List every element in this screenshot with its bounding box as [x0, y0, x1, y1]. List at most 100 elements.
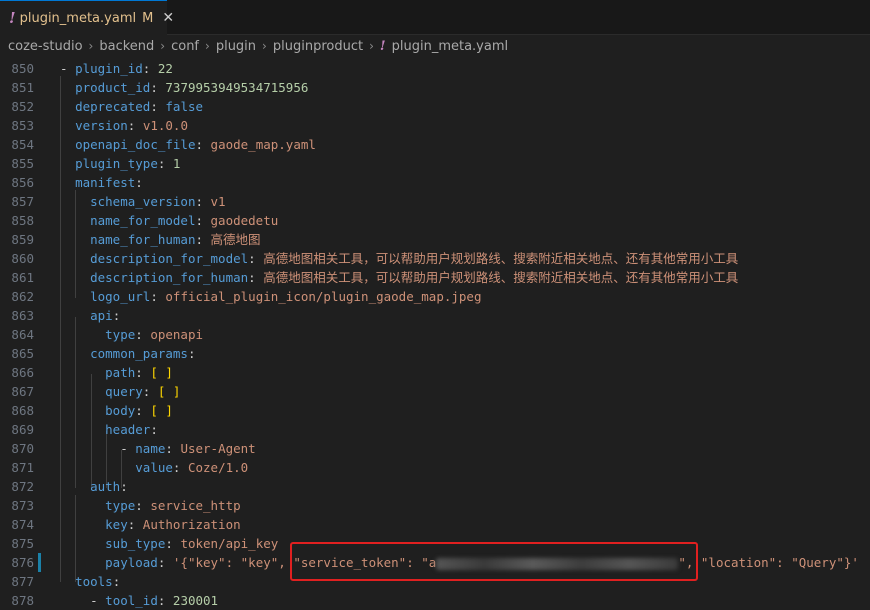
line-number: 858 [11, 213, 34, 228]
code-line-856: manifest: [75, 175, 143, 190]
yaml-value: Authorization [142, 517, 241, 532]
close-icon[interactable]: ✕ [162, 10, 174, 26]
code-line-870: - name: User-Agent [120, 441, 256, 456]
code-line-864: type: openapi [105, 327, 204, 342]
exclamation-icon: ! [9, 9, 16, 27]
exclamation-icon: ! [379, 38, 386, 54]
yaml-key: auth [90, 479, 121, 494]
yaml-value: User-Agent [180, 441, 256, 456]
code-line-863: api: [90, 308, 121, 323]
yaml-key: name [135, 441, 166, 456]
line-number: 873 [11, 498, 34, 513]
yaml-key: body [105, 403, 136, 418]
line-number: 853 [11, 118, 34, 133]
yaml-key: schema_version [90, 194, 196, 209]
code-line-854: openapi_doc_file: gaode_map.yaml [75, 137, 316, 152]
line-number: 875 [11, 536, 34, 551]
line-number: 876 [11, 555, 34, 570]
yaml-value: 1 [172, 156, 181, 171]
yaml-key: api [90, 308, 113, 323]
yaml-key: tools [75, 574, 113, 589]
code-line-859: name_for_human: 高德地图 [90, 232, 261, 247]
yaml-value: 22 [157, 61, 173, 76]
code-line-860: description_for_model: 高德地图相关工具，可以帮助用户规划… [90, 251, 739, 266]
code-line-873: type: service_http [105, 498, 241, 513]
tab-filename: plugin_meta.yaml [19, 10, 137, 26]
yaml-key: description_for_model [90, 251, 249, 266]
line-number: 855 [11, 156, 34, 171]
code-line-877: tools: [75, 574, 121, 589]
yaml-key: sub_type [105, 536, 166, 551]
code-line-866: path: [ ] [105, 365, 173, 380]
breadcrumb: coze-studio › backend › conf › plugin › … [0, 35, 870, 57]
code-line-858: name_for_model: gaodedetu [90, 213, 279, 228]
yaml-value: token/api_key [180, 536, 279, 551]
yaml-key: deprecated [75, 99, 151, 114]
yaml-value: Coze/1.0 [187, 460, 249, 475]
yaml-value: v1 [210, 194, 226, 209]
yaml-value: service_http [150, 498, 241, 513]
yaml-value: 高德地图 [210, 232, 261, 247]
yaml-value: 高德地图相关工具，可以帮助用户规划路线、搜索附近相关地点、还有其他常用小工具 [263, 270, 739, 285]
code-line-862: logo_url: official_plugin_icon/plugin_ga… [90, 289, 482, 304]
yaml-key: tool_id [105, 593, 158, 608]
tab-plugin-meta-yaml[interactable]: ! plugin_meta.yaml M ✕ [0, 0, 174, 35]
code-line-861: description_for_human: 高德地图相关工具，可以帮助用户规划… [90, 270, 739, 285]
yaml-key: openapi_doc_file [75, 137, 196, 152]
line-number: 877 [11, 574, 34, 589]
line-number: 872 [11, 479, 34, 494]
line-number: 850 [11, 61, 34, 76]
yaml-key: plugin_id [75, 61, 143, 76]
yaml-key: plugin_type [75, 156, 158, 171]
yaml-key: value [135, 460, 173, 475]
breadcrumb-item[interactable]: backend [99, 39, 154, 54]
line-number: 854 [11, 137, 34, 152]
code-line-871: value: Coze/1.0 [135, 460, 249, 475]
line-number: 868 [11, 403, 34, 418]
yaml-value: openapi [150, 327, 204, 342]
chevron-right-icon: › [205, 39, 210, 53]
breadcrumb-item[interactable]: plugin [216, 39, 256, 54]
yaml-key: description_for_human [90, 270, 249, 285]
code-line-878: - tool_id: 230001 [90, 593, 219, 608]
line-number: 870 [11, 441, 34, 456]
line-number: 862 [11, 289, 34, 304]
yaml-key: path [105, 365, 136, 380]
yaml-key: name_for_human [90, 232, 196, 247]
line-number: 852 [11, 99, 34, 114]
code-line-869: header: [105, 422, 158, 437]
yaml-value: official_plugin_icon/plugin_gaode_map.jp… [165, 289, 482, 304]
yaml-value: 230001 [172, 593, 219, 608]
modified-line-marker [38, 553, 41, 572]
code-editor[interactable]: 850 851 852 853 854 855 856 857 858 859 … [0, 57, 870, 608]
yaml-key: version [75, 118, 128, 133]
yaml-key: type [105, 498, 136, 513]
yaml-key: payload [105, 555, 158, 570]
tab-bar: ! plugin_meta.yaml M ✕ [0, 0, 870, 35]
yaml-key: common_params [90, 346, 188, 361]
line-number: 878 [11, 593, 34, 608]
line-number: 869 [11, 422, 34, 437]
yaml-key: header [105, 422, 151, 437]
code-line-868: body: [ ] [105, 403, 173, 418]
code-line-851: product_id: 7379953949534715956 [75, 80, 309, 95]
chevron-right-icon: › [160, 39, 166, 53]
code-line-867: query: [ ] [105, 384, 181, 399]
yaml-key: query [105, 384, 143, 399]
line-number: 860 [11, 251, 34, 266]
line-number: 857 [11, 194, 34, 209]
code-line-857: schema_version: v1 [90, 194, 226, 209]
line-number: 863 [11, 308, 34, 323]
breadcrumb-item[interactable]: conf [171, 39, 199, 54]
yaml-key: key [105, 517, 128, 532]
breadcrumb-item[interactable]: coze-studio [8, 39, 83, 54]
breadcrumb-item[interactable]: pluginproduct [273, 39, 363, 54]
line-number: 871 [11, 460, 34, 475]
line-number: 851 [11, 80, 34, 95]
code-line-872: auth: [90, 479, 128, 494]
line-number: 866 [11, 365, 34, 380]
breadcrumb-file[interactable]: plugin_meta.yaml [392, 39, 509, 54]
yaml-key: logo_url [90, 289, 151, 304]
line-number: 856 [11, 175, 34, 190]
code-line-875: sub_type: token/api_key [105, 536, 279, 551]
